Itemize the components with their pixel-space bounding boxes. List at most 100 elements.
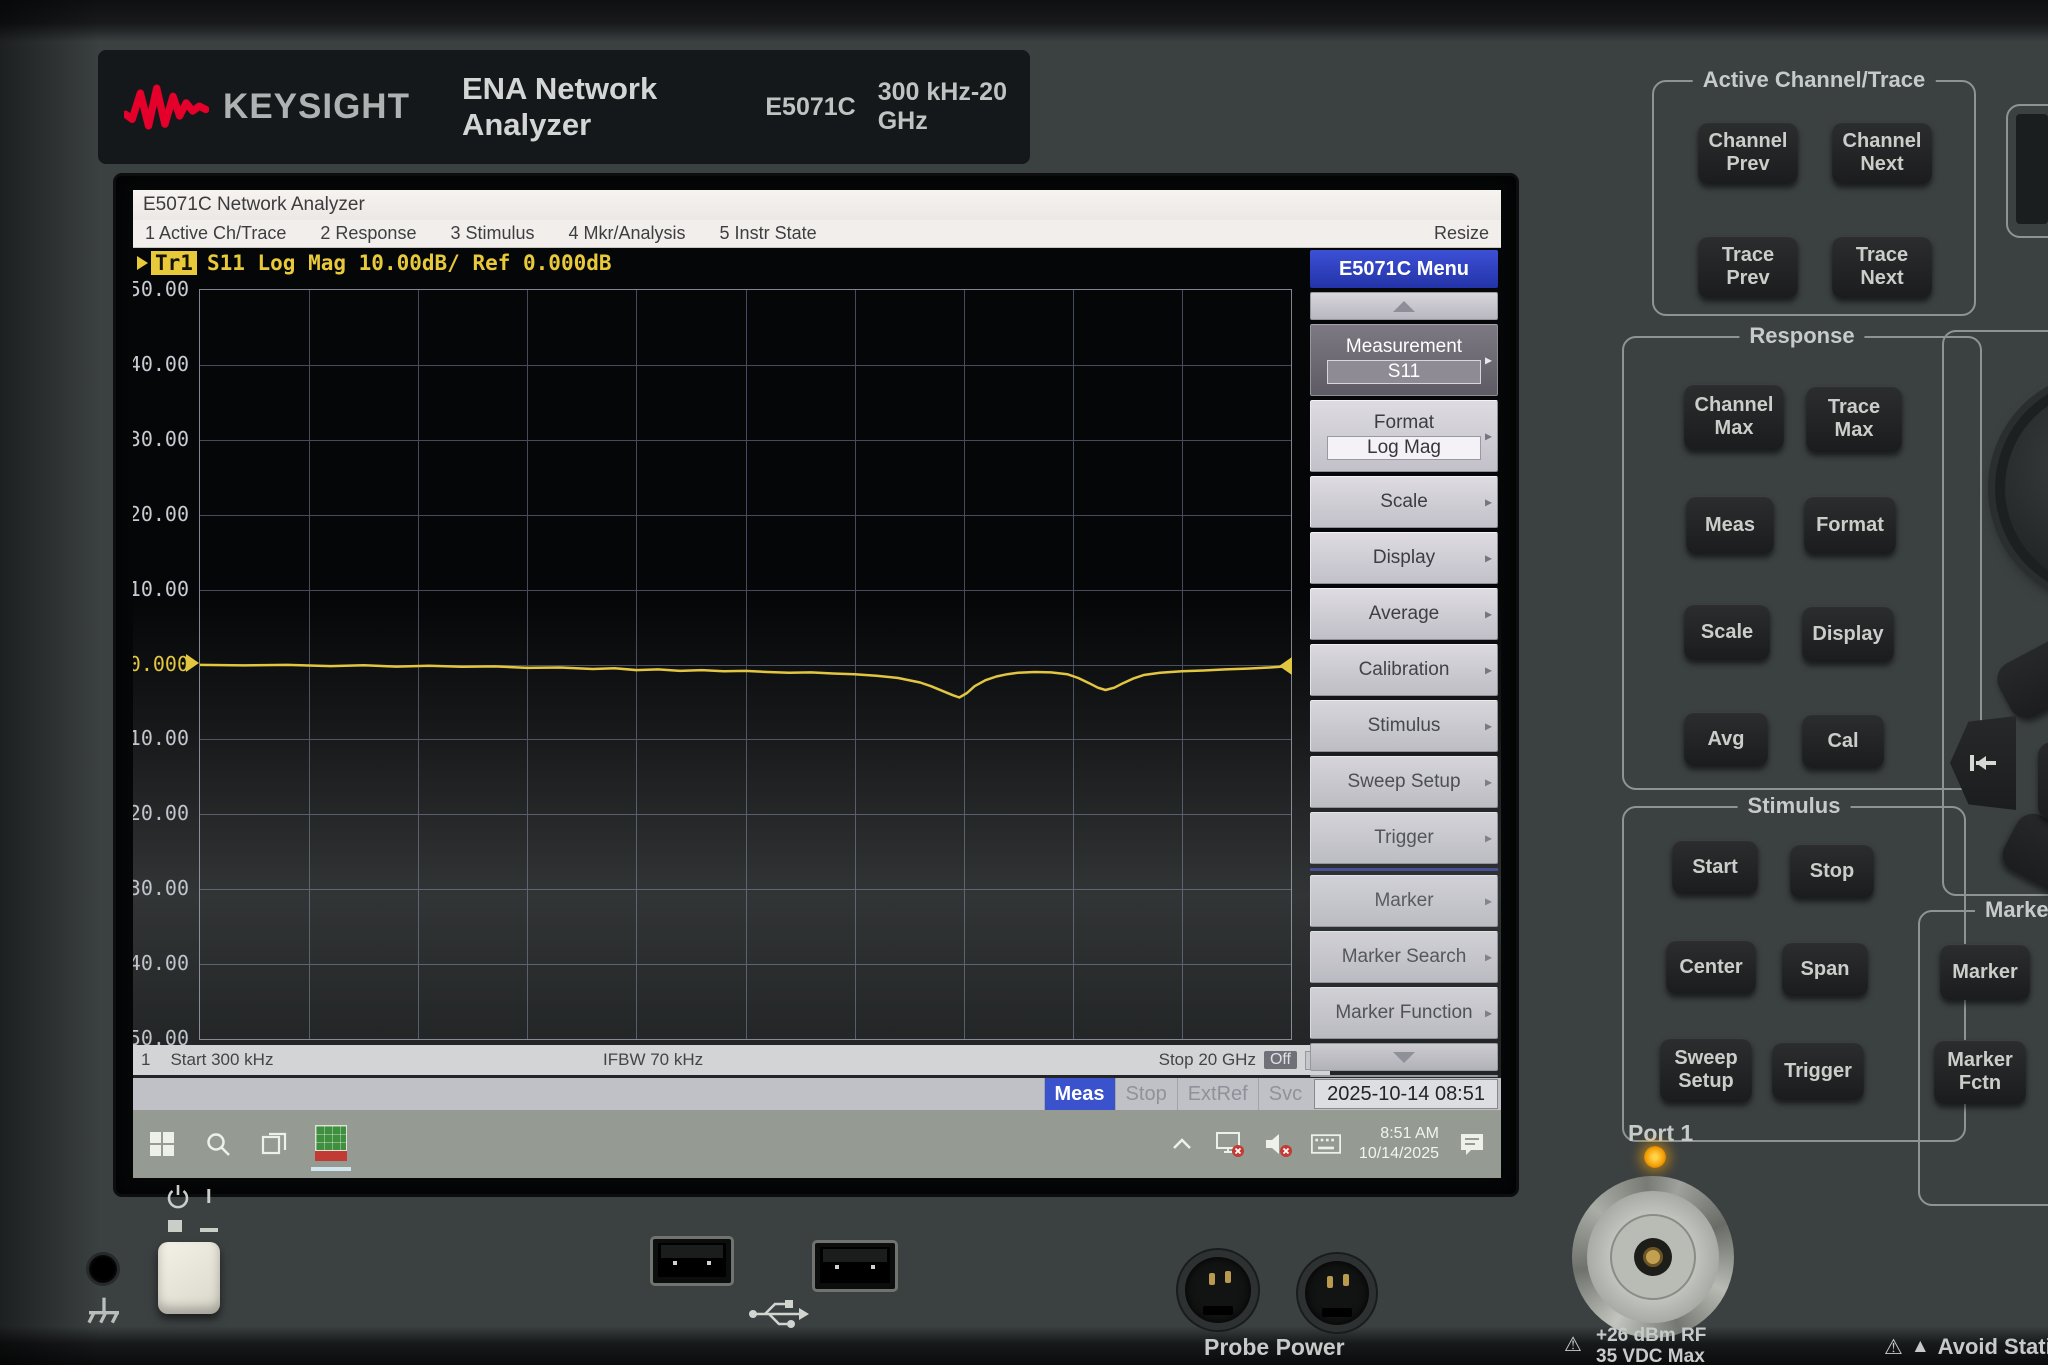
softkey-measurement[interactable]: MeasurementS11▸ [1310,324,1498,396]
y-axis-label: 50.00 [133,277,189,301]
status-mode-meas: Meas [1044,1078,1115,1110]
search-icon[interactable] [203,1129,233,1159]
start-button[interactable]: Start [1672,840,1758,894]
menubar-item-2[interactable]: 2 Response [320,223,416,244]
submenu-arrow-icon: ▸ [1485,550,1492,567]
display-button[interactable]: Display [1802,606,1894,662]
submenu-arrow-icon: ▸ [1485,662,1492,679]
task-view-icon[interactable] [259,1129,289,1159]
frequency-range: 300 kHz-20 GHz [878,78,1030,136]
channel-number: 1 [141,1050,150,1070]
ground-terminal [86,1252,120,1286]
submenu-arrow-icon: ▸ [1485,606,1492,623]
softkey-calibration[interactable]: Calibration▸ [1310,644,1498,696]
port1-rating: +26 dBm RF 35 VDC Max [1596,1326,1706,1365]
port1-led [1644,1146,1666,1168]
menubar-item-1[interactable]: 1 Active Ch/Trace [145,223,286,244]
menubar-item-3[interactable]: 3 Stimulus [450,223,534,244]
softkey-marker-search[interactable]: Marker Search▸ [1310,931,1498,983]
softmenu-scroll-down[interactable] [1310,1043,1498,1071]
status-datetime: 2025-10-14 08:51 [1314,1079,1498,1109]
softmenu-blank [1310,1075,1498,1077]
off-badge[interactable]: Off [1264,1051,1297,1069]
submenu-arrow-icon: ▸ [1485,774,1492,791]
resize-button[interactable]: Resize [1434,223,1489,244]
scale-button[interactable]: Scale [1684,604,1770,660]
scroll-down-icon [1393,1052,1415,1063]
softkey-value: Log Mag [1327,436,1482,460]
trace-prev-button[interactable]: Trace Prev [1698,236,1798,298]
window-titlebar: E5071C Network Analyzer [133,190,1501,220]
probe-power-connector-2 [1298,1254,1376,1332]
y-axis-label: -10.00 [133,726,189,750]
submenu-arrow-icon: ▸ [1485,352,1492,369]
span-button[interactable]: Span [1782,942,1868,996]
probe-power-label: Probe Power [1204,1334,1345,1361]
ifbw-value: IFBW 70 kHz [603,1050,703,1070]
tray-expand-icon[interactable] [1167,1129,1197,1159]
center-button[interactable]: Center [1666,940,1756,994]
instrument-status-bar: MeasStopExtRefSvc2025-10-14 08:51 [133,1078,1501,1110]
start-button-icon[interactable] [147,1129,177,1159]
touch-keyboard-icon[interactable] [1311,1129,1341,1159]
taskbar-clock[interactable]: 8:51 AM 10/14/2025 [1359,1124,1439,1164]
window-menubar: 1 Active Ch/Trace 2 Response 3 Stimulus 4 M… [133,220,1501,248]
marker-fctn-button[interactable]: Marker Fctn [1934,1040,2026,1104]
esd-triangle-icon: ▲ [1911,1336,1930,1358]
notifications-icon[interactable] [1457,1129,1487,1159]
volume-muted-icon[interactable] [1263,1129,1293,1159]
softkey-trigger[interactable]: Trigger▸ [1310,812,1498,864]
power-state-icon [168,1220,182,1232]
cal-button[interactable]: Cal [1802,714,1884,768]
softmenu-divider [1310,868,1498,871]
softkey-display[interactable]: Display ▸ [1310,532,1498,584]
trace-id-badge: Tr1 [151,251,197,275]
channel-next-button[interactable]: Channel Next [1832,122,1932,184]
entry-display-partial [2016,114,2048,224]
y-axis-label: 40.00 [133,352,189,376]
y-axis-labels: 50.0040.0030.0020.0010.000.000-10.00-20.… [133,289,193,1038]
keysight-logo-icon [124,78,209,136]
softkey-format[interactable]: FormatLog Mag▸ [1310,400,1498,472]
softkey-sweep-setup[interactable]: Sweep Setup▸ [1310,756,1498,808]
menu-items: 1 Active Ch/Trace 2 Response 3 Stimulus 4 M… [145,223,851,244]
softkey-average[interactable]: Average▸ [1310,588,1498,640]
softmenu-scroll-up[interactable] [1310,292,1498,320]
avg-button[interactable]: Avg [1684,712,1768,766]
softkey-label: Format [1374,412,1434,434]
sweep-setup-button[interactable]: Sweep Setup [1660,1038,1752,1102]
softkey-label: Display [1373,547,1435,569]
trace-max-button[interactable]: Trace Max [1806,386,1902,452]
channel-prev-button[interactable]: Channel Prev [1698,122,1798,184]
softkey-label: Scale [1380,491,1428,513]
submenu-arrow-icon: ▸ [1485,830,1492,847]
network-status-error-icon[interactable] [1215,1129,1245,1159]
brand-name: KEYSIGHT [223,87,410,127]
model-number: E5071C [765,93,855,122]
network-analyzer-app-icon[interactable] [315,1125,347,1163]
menubar-item-5[interactable]: 5 Instr State [720,223,817,244]
meas-button[interactable]: Meas [1686,496,1774,554]
format-button[interactable]: Format [1804,496,1896,554]
y-axis-label: -30.00 [133,876,189,900]
nav-center-key[interactable] [2038,742,2048,820]
softkey-marker[interactable]: Marker▸ [1310,875,1498,927]
softkey-scale[interactable]: Scale▸ [1310,476,1498,528]
stop-button[interactable]: Stop [1790,844,1874,898]
channel-max-button[interactable]: Channel Max [1684,384,1784,450]
esd-note: ⚠ ▲ Avoid Stati [1884,1334,2048,1360]
y-axis-label: 10.00 [133,577,189,601]
softkey-stimulus[interactable]: Stimulus▸ [1310,700,1498,752]
softkey-marker-function[interactable]: Marker Function▸ [1310,987,1498,1039]
menubar-item-4[interactable]: 4 Mkr/Analysis [569,223,686,244]
brand-bar: KEYSIGHT ENA Network Analyzer E5071C 300… [98,50,1030,164]
marker-button[interactable]: Marker [1940,944,2030,1000]
section-title: Marker/ [1975,897,2048,923]
product-name: ENA Network Analyzer [462,71,733,143]
active-trace-arrow-icon [137,256,148,270]
trigger-button[interactable]: Trigger [1772,1042,1864,1100]
section-title: Active Channel/Trace [1693,67,1936,93]
trace-next-button[interactable]: Trace Next [1832,236,1932,298]
rating-line2: 35 VDC Max [1596,1347,1706,1365]
power-button[interactable] [158,1242,220,1314]
